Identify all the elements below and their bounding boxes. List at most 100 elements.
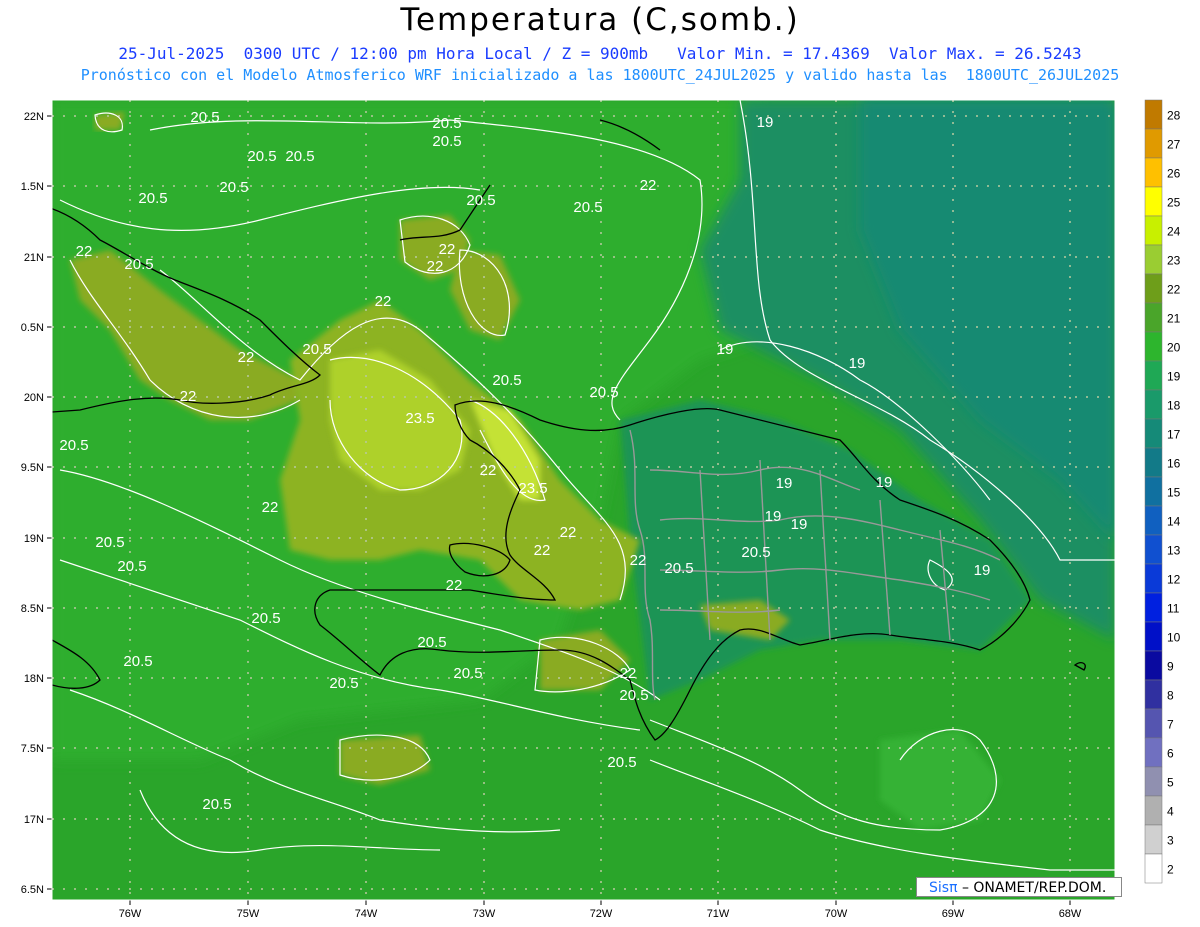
colorbar-swatch — [1144, 244, 1163, 275]
colorbar-swatch — [1144, 766, 1163, 797]
colorbar-swatch — [1144, 563, 1163, 594]
longitude-labels: 76W 75W 74W 73W 72W 71W 70W 69W 68W — [119, 900, 1082, 920]
colorbar-label: 26 — [1167, 167, 1181, 181]
contour-value-label: 20.5 — [664, 560, 693, 577]
contour-value-label: 22 — [620, 665, 637, 682]
lon-label: 72W — [590, 908, 613, 920]
lat-label: 18N — [24, 673, 44, 685]
lat-label: 0.5N — [21, 322, 44, 334]
lat-label: 21N — [24, 252, 44, 264]
colorbar: 2827262524232221201918171615141312111098… — [1144, 99, 1181, 884]
colorbar-swatch — [1144, 534, 1163, 565]
contour-value-label: 20.5 — [619, 687, 648, 704]
colorbar-swatch — [1144, 331, 1163, 362]
latitude-labels: 22N 1.5N 21N 0.5N 20N 9.5N 19N 8.5N 18N 7.5N 17N 6.… — [21, 111, 52, 896]
lon-label: 71W — [707, 908, 730, 920]
colorbar-swatch — [1144, 476, 1163, 507]
colorbar-swatch — [1144, 853, 1163, 884]
credit-text: – ONAMET/REP.DOM. — [961, 880, 1107, 896]
contour-value-label: 20.5 — [59, 437, 88, 454]
contour-value-label: 20.5 — [329, 675, 358, 692]
contour-value-label: 22 — [427, 258, 444, 275]
colorbar-swatch — [1144, 302, 1163, 333]
colorbar-swatch — [1144, 215, 1163, 246]
contour-value-label: 19 — [849, 355, 866, 372]
colorbar-swatch — [1144, 273, 1163, 304]
contour-value-label: 19 — [765, 508, 782, 525]
contour-value-label: 23.5 — [405, 410, 434, 427]
contour-value-label: 19 — [876, 474, 893, 491]
colorbar-swatch — [1144, 360, 1163, 391]
credit-box: Sisπ – ONAMET/REP.DOM. — [916, 877, 1122, 897]
contour-value-label: 22 — [446, 577, 463, 594]
contour-value-label: 20.5 — [247, 148, 276, 165]
lon-label: 69W — [942, 908, 965, 920]
lon-label: 74W — [355, 908, 378, 920]
contour-value-label: 22 — [534, 542, 551, 559]
colorbar-label: 10 — [1167, 631, 1181, 645]
contour-value-label: 20.5 — [124, 256, 153, 273]
colorbar-label: 13 — [1167, 544, 1181, 558]
colorbar-swatch — [1144, 708, 1163, 739]
contour-value-label: 20.5 — [741, 544, 770, 561]
contour-value-label: 22 — [262, 499, 279, 516]
contour-value-label: 20.5 — [302, 341, 331, 358]
contour-value-label: 20.5 — [117, 558, 146, 575]
colorbar-swatch — [1144, 592, 1163, 623]
colorbar-label: 3 — [1167, 834, 1174, 848]
colorbar-label: 20 — [1167, 341, 1181, 355]
contour-value-label: 22 — [560, 524, 577, 541]
colorbar-swatch — [1144, 157, 1163, 188]
contour-value-label: 22 — [76, 243, 93, 260]
colorbar-swatch — [1144, 505, 1163, 536]
colorbar-label: 2 — [1167, 863, 1174, 877]
contour-value-label: 20.5 — [432, 115, 461, 132]
colorbar-swatch — [1144, 128, 1163, 159]
colorbar-label: 8 — [1167, 689, 1174, 703]
colorbar-label: 23 — [1167, 254, 1181, 268]
lat-label: 20N — [24, 392, 44, 404]
colorbar-label: 5 — [1167, 776, 1174, 790]
contour-value-label: 19 — [974, 562, 991, 579]
contour-value-label: 22 — [180, 388, 197, 405]
contour-value-label: 19 — [757, 114, 774, 131]
colorbar-swatch — [1144, 389, 1163, 420]
credit-logo: Sisπ — [929, 880, 958, 896]
contour-value-label: 20.5 — [492, 372, 521, 389]
colorbar-label: 25 — [1167, 196, 1181, 210]
lon-label: 73W — [473, 908, 496, 920]
lat-label: 6.5N — [21, 884, 44, 896]
colorbar-label: 28 — [1167, 109, 1181, 123]
contour-value-label: 20.5 — [123, 653, 152, 670]
contour-value-label: 20.5 — [589, 384, 618, 401]
lon-label: 68W — [1059, 908, 1082, 920]
temperature-map: 2827262524232221201918171615141312111098… — [21, 99, 1181, 920]
lat-label: 1.5N — [21, 181, 44, 193]
colorbar-swatch — [1144, 418, 1163, 449]
colorbar-label: 11 — [1167, 602, 1180, 616]
contour-value-label: 20.5 — [202, 796, 231, 813]
contour-value-label: 20.5 — [453, 665, 482, 682]
contour-value-label: 20.5 — [190, 109, 219, 126]
colorbar-label: 18 — [1167, 399, 1181, 413]
shaded-field — [52, 100, 1115, 900]
colorbar-label: 6 — [1167, 747, 1174, 761]
lon-label: 70W — [825, 908, 848, 920]
colorbar-label: 22 — [1167, 283, 1181, 297]
lon-label: 76W — [119, 908, 142, 920]
contour-value-label: 20.5 — [432, 133, 461, 150]
contour-value-label: 20.5 — [466, 192, 495, 209]
colorbar-label: 12 — [1167, 573, 1181, 587]
colorbar-swatch — [1144, 737, 1163, 768]
colorbar-swatch — [1144, 621, 1163, 652]
colorbar-label: 4 — [1167, 805, 1174, 819]
contour-value-label: 20.5 — [285, 148, 314, 165]
contour-value-label: 20.5 — [219, 179, 248, 196]
colorbar-swatch — [1144, 679, 1163, 710]
lat-label: 17N — [24, 814, 44, 826]
contour-value-label: 22 — [375, 293, 392, 310]
contour-value-label: 22 — [640, 177, 657, 194]
contour-value-label: 19 — [776, 475, 793, 492]
colorbar-label: 17 — [1167, 428, 1181, 442]
contour-value-label: 20.5 — [573, 199, 602, 216]
